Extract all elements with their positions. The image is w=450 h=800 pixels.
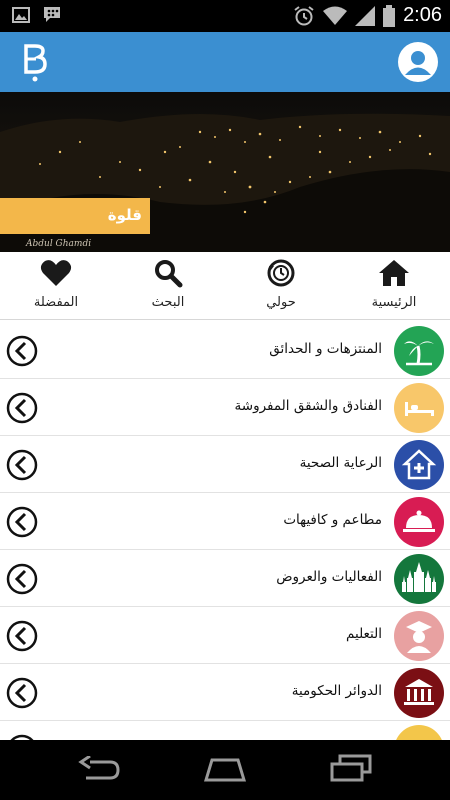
tab-home[interactable]: الرئيسية <box>338 252 450 320</box>
list-item[interactable]: مطاعم و كافيهات <box>0 493 450 550</box>
system-nav-bar <box>0 740 450 800</box>
b-logo-icon[interactable] <box>18 42 52 82</box>
wifi-icon <box>323 6 348 25</box>
list-item-label: الرعاية الصحية <box>299 455 382 471</box>
list-item-label: الفنادق والشقق المفروشة <box>234 398 382 414</box>
chevron-left-icon[interactable] <box>6 563 38 595</box>
list-item[interactable]: المنتزهات و الحدائق <box>0 322 450 379</box>
user-icon <box>405 51 431 75</box>
tab-search[interactable]: البحث <box>112 252 224 320</box>
bbm-icon <box>44 7 60 22</box>
tab-home-label: الرئيسية <box>371 295 417 310</box>
battery-icon <box>383 4 396 27</box>
government-building-icon <box>394 668 444 718</box>
chevron-left-icon[interactable] <box>6 449 38 481</box>
gallery-icon <box>12 7 30 23</box>
category-list: المنتزهات و الحدائق الفنادق والشقق المفر… <box>0 322 450 740</box>
home-nav-icon[interactable] <box>200 754 250 784</box>
graduate-icon <box>394 611 444 661</box>
list-item[interactable]: الفعاليات والعروض <box>0 550 450 607</box>
tab-search-label: البحث <box>151 295 185 310</box>
tab-nearby[interactable]: حولي <box>225 252 337 320</box>
health-house-icon <box>394 440 444 490</box>
tab-nearby-label: حولي <box>266 295 296 310</box>
list-item-label: مطاعم و كافيهات <box>283 512 382 528</box>
photo-signature: Abdul Ghamdi <box>26 239 92 249</box>
location-label: قلوة <box>0 198 150 234</box>
list-item-label: المنتزهات و الحدائق <box>269 341 382 357</box>
heart-icon <box>40 260 72 286</box>
app-bar <box>0 32 450 92</box>
food-cloche-icon <box>394 497 444 547</box>
nearby-icon <box>267 259 295 287</box>
tab-bar: المفضلة البحث حولي الرئيسية <box>0 252 450 320</box>
tab-favorites-label: المفضلة <box>33 295 79 310</box>
palace-icon <box>394 554 444 604</box>
chevron-left-icon[interactable] <box>6 677 38 709</box>
chevron-left-icon[interactable] <box>6 335 38 367</box>
list-item-label: التعليم <box>346 626 382 642</box>
clock: 2:06 <box>403 4 442 26</box>
category-icon-partial <box>394 725 444 740</box>
profile-button[interactable] <box>398 42 438 82</box>
back-icon[interactable] <box>78 756 122 784</box>
list-item[interactable]: الرعاية الصحية <box>0 436 450 493</box>
chevron-left-icon[interactable] <box>6 392 38 424</box>
home-icon <box>379 260 409 286</box>
list-item[interactable]: الدوائر الحكومية <box>0 664 450 721</box>
list-item-label: الدوائر الحكومية <box>291 683 382 699</box>
list-item[interactable]: التعليم <box>0 607 450 664</box>
bed-icon <box>394 383 444 433</box>
recent-apps-icon[interactable] <box>328 754 374 784</box>
status-bar: 2:06 <box>0 0 450 32</box>
signal-icon <box>355 5 376 26</box>
list-item-label: الفعاليات والعروض <box>276 569 382 585</box>
chevron-left-icon[interactable] <box>6 506 38 538</box>
alarm-icon <box>294 5 314 25</box>
list-item[interactable]: الفنادق والشقق المفروشة <box>0 379 450 436</box>
tab-favorites[interactable]: المفضلة <box>0 252 112 320</box>
list-item-partial[interactable] <box>0 721 450 740</box>
chevron-left-icon[interactable] <box>6 620 38 652</box>
search-icon <box>155 260 183 288</box>
hero-image: قلوة Abdul Ghamdi <box>0 92 450 252</box>
palm-tree-icon <box>394 326 444 376</box>
